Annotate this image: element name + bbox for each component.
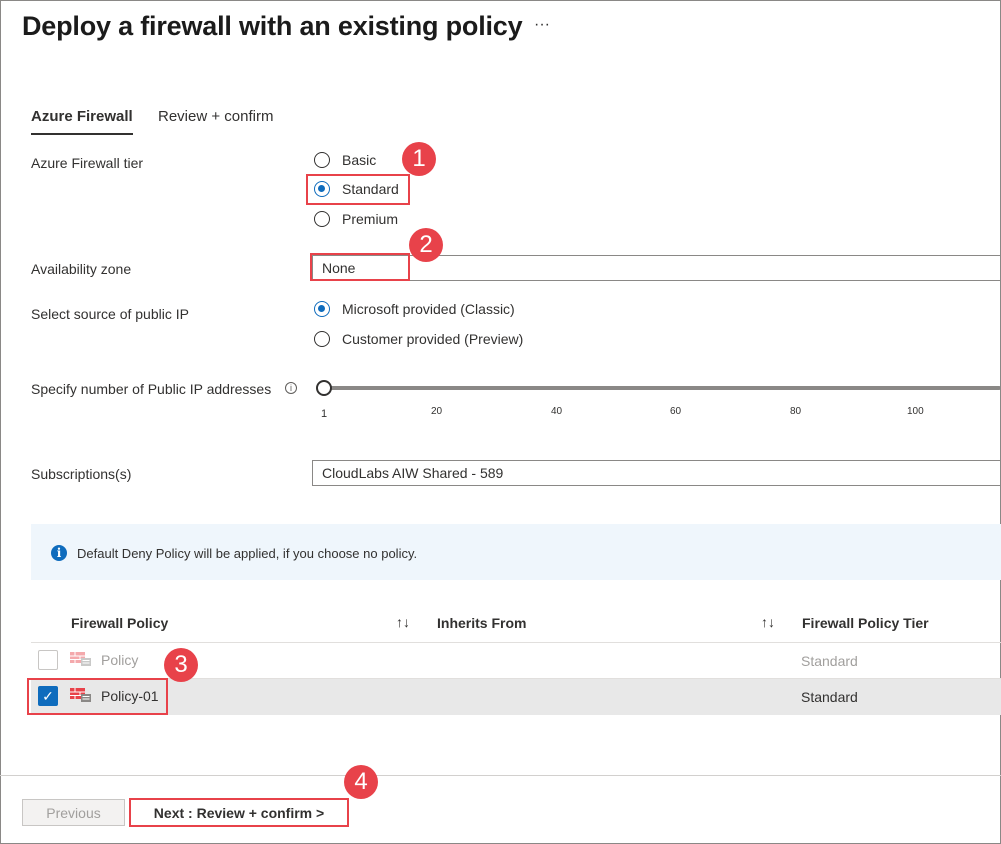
slider-tick: 80 [790,406,802,417]
slider-tick: 60 [670,406,682,417]
slider-tick: 1 [321,408,328,420]
more-options-button[interactable]: ··· [534,16,550,34]
subscriptions-label: Subscriptions(s) [31,466,132,482]
public-ip-source-label: Select source of public IP [31,306,189,322]
tier-premium-label: Premium [342,211,399,227]
row-policy-name: Policy [101,652,139,668]
row-checkbox-policy[interactable] [38,650,58,670]
table-divider [31,642,1001,643]
callout-badge-2: 2 [409,228,443,262]
tier-premium-radio[interactable] [314,211,330,227]
tier-basic-label: Basic [342,152,377,168]
public-ip-slider-track[interactable] [324,386,1001,390]
callout-box-policy-01 [27,678,168,715]
column-header-inherits-from[interactable]: Inherits From [437,615,526,631]
column-header-firewall-policy[interactable]: Firewall Policy [71,615,168,631]
subscriptions-select[interactable]: CloudLabs AIW Shared - 589 [312,460,1001,486]
callout-box-availability-zone [310,253,410,281]
public-ip-slider-thumb[interactable] [316,380,332,396]
info-circle-icon: i [51,545,67,561]
ip-source-customer-radio[interactable] [314,331,330,347]
tier-standard-radio[interactable] [314,181,330,197]
availability-zone-label: Availability zone [31,261,132,277]
info-message-text: Default Deny Policy will be applied, if … [77,546,418,561]
next-review-confirm-button[interactable]: Next : Review + confirm > [129,798,349,827]
ip-source-microsoft-radio[interactable] [314,301,330,317]
page-title: Deploy a firewall with an existing polic… [22,11,523,41]
ip-source-microsoft-label: Microsoft provided (Classic) [342,301,515,317]
sort-arrows-icon[interactable]: ↑↓ [761,614,775,630]
public-ip-count-label: Specify number of Public IP addresses [31,381,272,397]
row-policy-01-tier: Standard [801,689,858,705]
footer-divider [0,775,1001,776]
column-header-policy-tier[interactable]: Firewall Policy Tier [802,615,929,631]
slider-tick: 40 [551,406,563,417]
firewall-tier-label: Azure Firewall tier [31,155,144,171]
slider-tick: 100 [907,406,924,417]
callout-badge-3: 3 [164,648,198,682]
previous-button[interactable]: Previous [22,799,125,826]
callout-badge-1: 1 [402,142,436,176]
sort-arrows-icon[interactable]: ↑↓ [396,614,410,630]
firewall-policy-icon [70,652,91,666]
callout-badge-4: 4 [344,765,378,799]
ip-source-customer-label: Customer provided (Preview) [342,331,524,347]
slider-tick: 20 [431,406,443,417]
tier-standard-label: Standard [342,181,399,197]
tab-review-confirm[interactable]: Review + confirm [158,108,273,133]
tier-basic-radio[interactable] [314,152,330,168]
info-icon[interactable]: i [285,382,297,394]
window-frame [0,0,1001,844]
tab-azure-firewall[interactable]: Azure Firewall [31,108,133,135]
row-policy-tier: Standard [801,653,858,669]
